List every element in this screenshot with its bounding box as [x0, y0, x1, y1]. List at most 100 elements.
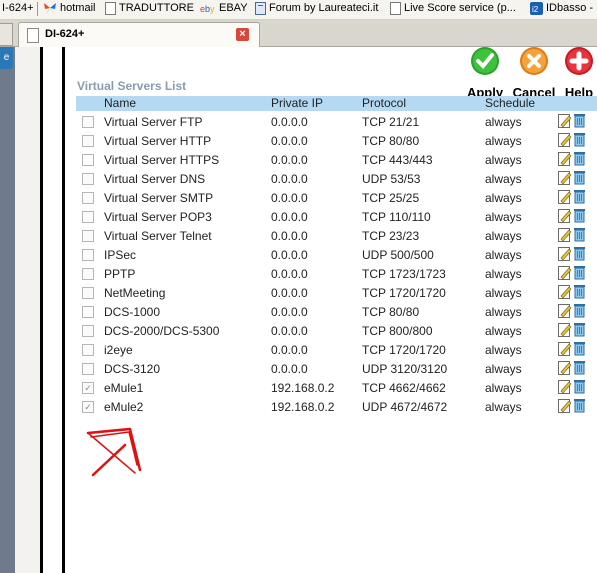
row-schedule: always — [485, 343, 522, 357]
row-protocol: TCP 23/23 — [362, 229, 420, 243]
edit-icon[interactable] — [558, 151, 572, 166]
row-protocol: TCP 1723/1723 — [362, 267, 446, 281]
bookmark-ebay[interactable]: e b y EBAY — [200, 1, 248, 18]
table-row: PPTP 0.0.0.0 TCP 1723/1723 always — [76, 264, 597, 283]
trash-icon[interactable] — [573, 379, 586, 394]
table-row: Virtual Server DNS 0.0.0.0 UDP 53/53 always — [76, 169, 597, 188]
tab-bar: DI-624+ × — [0, 20, 597, 47]
trash-icon[interactable] — [573, 113, 586, 128]
trash-icon[interactable] — [573, 227, 586, 242]
row-checkbox[interactable] — [82, 325, 94, 337]
trash-icon[interactable] — [573, 170, 586, 185]
trash-icon[interactable] — [573, 208, 586, 223]
row-checkbox[interactable] — [82, 154, 94, 166]
divider — [40, 47, 43, 573]
edit-icon[interactable] — [558, 132, 572, 147]
row-checkbox[interactable]: ✓ — [82, 401, 94, 413]
bookmark-di624[interactable]: I-624+ — [2, 1, 34, 18]
page-icon — [27, 28, 39, 43]
trash-icon[interactable] — [573, 265, 586, 280]
edit-icon[interactable] — [558, 189, 572, 204]
row-checkbox[interactable]: ✓ — [82, 382, 94, 394]
bookmark-livescore[interactable]: Live Score service (p... — [390, 1, 516, 18]
bookmark-forum[interactable]: Forum by Laureateci.it — [255, 1, 378, 18]
row-checkbox[interactable] — [82, 306, 94, 318]
bookmark-label: hotmail — [60, 2, 96, 14]
tab-di624[interactable]: DI-624+ × — [18, 22, 260, 47]
edit-icon[interactable] — [558, 398, 572, 413]
butterfly-icon — [44, 2, 56, 14]
row-protocol: TCP 25/25 — [362, 191, 420, 205]
row-schedule: always — [485, 267, 522, 281]
edit-icon[interactable] — [558, 322, 572, 337]
apply-button[interactable]: Apply — [464, 46, 506, 100]
row-protocol: TCP 4662/4662 — [362, 381, 446, 395]
row-name: PPTP — [104, 267, 136, 281]
sidebar-button[interactable]: e — [0, 47, 13, 69]
edit-icon[interactable] — [558, 303, 572, 318]
trash-icon[interactable] — [573, 284, 586, 299]
row-protocol: TCP 443/443 — [362, 153, 433, 167]
help-button[interactable]: Help — [561, 46, 597, 100]
trash-icon[interactable] — [573, 151, 586, 166]
bookmark-idbasso[interactable]: i2 IDbasso - — [530, 1, 593, 18]
row-checkbox[interactable] — [82, 116, 94, 128]
row-name: Virtual Server FTP — [104, 115, 203, 129]
edit-icon[interactable] — [558, 379, 572, 394]
edit-icon[interactable] — [558, 360, 572, 375]
row-checkbox[interactable] — [82, 344, 94, 356]
row-schedule: always — [485, 115, 522, 129]
row-checkbox[interactable] — [82, 135, 94, 147]
row-protocol: TCP 1720/1720 — [362, 286, 446, 300]
close-icon[interactable]: × — [236, 28, 249, 41]
row-private-ip: 0.0.0.0 — [271, 115, 308, 129]
table-row: Virtual Server POP3 0.0.0.0 TCP 110/110 alw… — [76, 207, 597, 226]
edit-icon[interactable] — [558, 170, 572, 185]
edit-icon[interactable] — [558, 341, 572, 356]
row-checkbox[interactable] — [82, 173, 94, 185]
table-row: Virtual Server HTTP 0.0.0.0 TCP 80/80 alway… — [76, 131, 597, 150]
table-row: Virtual Server FTP 0.0.0.0 TCP 21/21 always — [76, 112, 597, 131]
row-checkbox[interactable] — [82, 249, 94, 261]
trash-icon[interactable] — [573, 360, 586, 375]
edit-icon[interactable] — [558, 246, 572, 261]
table-row: IPSec 0.0.0.0 UDP 500/500 always — [76, 245, 597, 264]
trash-icon[interactable] — [573, 398, 586, 413]
edit-icon[interactable] — [558, 265, 572, 280]
row-checkbox[interactable] — [82, 192, 94, 204]
row-private-ip: 0.0.0.0 — [271, 343, 308, 357]
edit-icon[interactable] — [558, 227, 572, 242]
table-row: DCS-2000/DCS-5300 0.0.0.0 TCP 800/800 alway… — [76, 321, 597, 340]
row-schedule: always — [485, 210, 522, 224]
bookmark-hotmail[interactable]: hotmail — [43, 1, 95, 18]
bookmark-traduttore[interactable]: TRADUTTORE — [105, 1, 194, 18]
row-checkbox[interactable] — [82, 230, 94, 242]
row-checkbox[interactable] — [82, 287, 94, 299]
trash-icon[interactable] — [573, 189, 586, 204]
row-protocol: TCP 110/110 — [362, 210, 431, 224]
trash-icon[interactable] — [573, 303, 586, 318]
row-checkbox[interactable] — [82, 211, 94, 223]
row-private-ip: 0.0.0.0 — [271, 153, 308, 167]
tab-previous[interactable] — [0, 23, 13, 46]
row-private-ip: 0.0.0.0 — [271, 134, 308, 148]
column-name: Name — [104, 96, 137, 110]
page-icon — [390, 1, 401, 15]
trash-icon[interactable] — [573, 246, 586, 261]
page-icon — [105, 1, 116, 15]
trash-icon[interactable] — [573, 322, 586, 337]
trash-icon[interactable] — [573, 341, 586, 356]
edit-icon[interactable] — [558, 284, 572, 299]
cancel-button[interactable]: Cancel — [510, 46, 558, 100]
row-checkbox[interactable] — [82, 268, 94, 280]
tab-title: DI-624+ — [45, 28, 85, 40]
row-schedule: always — [485, 248, 522, 262]
bookmark-label: TRADUTTORE — [119, 2, 194, 14]
edit-icon[interactable] — [558, 208, 572, 223]
trash-icon[interactable] — [573, 132, 586, 147]
edit-icon[interactable] — [558, 113, 572, 128]
sidebar — [0, 47, 15, 573]
logo-icon: i2 — [530, 1, 543, 15]
row-checkbox[interactable] — [82, 363, 94, 375]
list-title: Virtual Servers List — [77, 79, 187, 93]
